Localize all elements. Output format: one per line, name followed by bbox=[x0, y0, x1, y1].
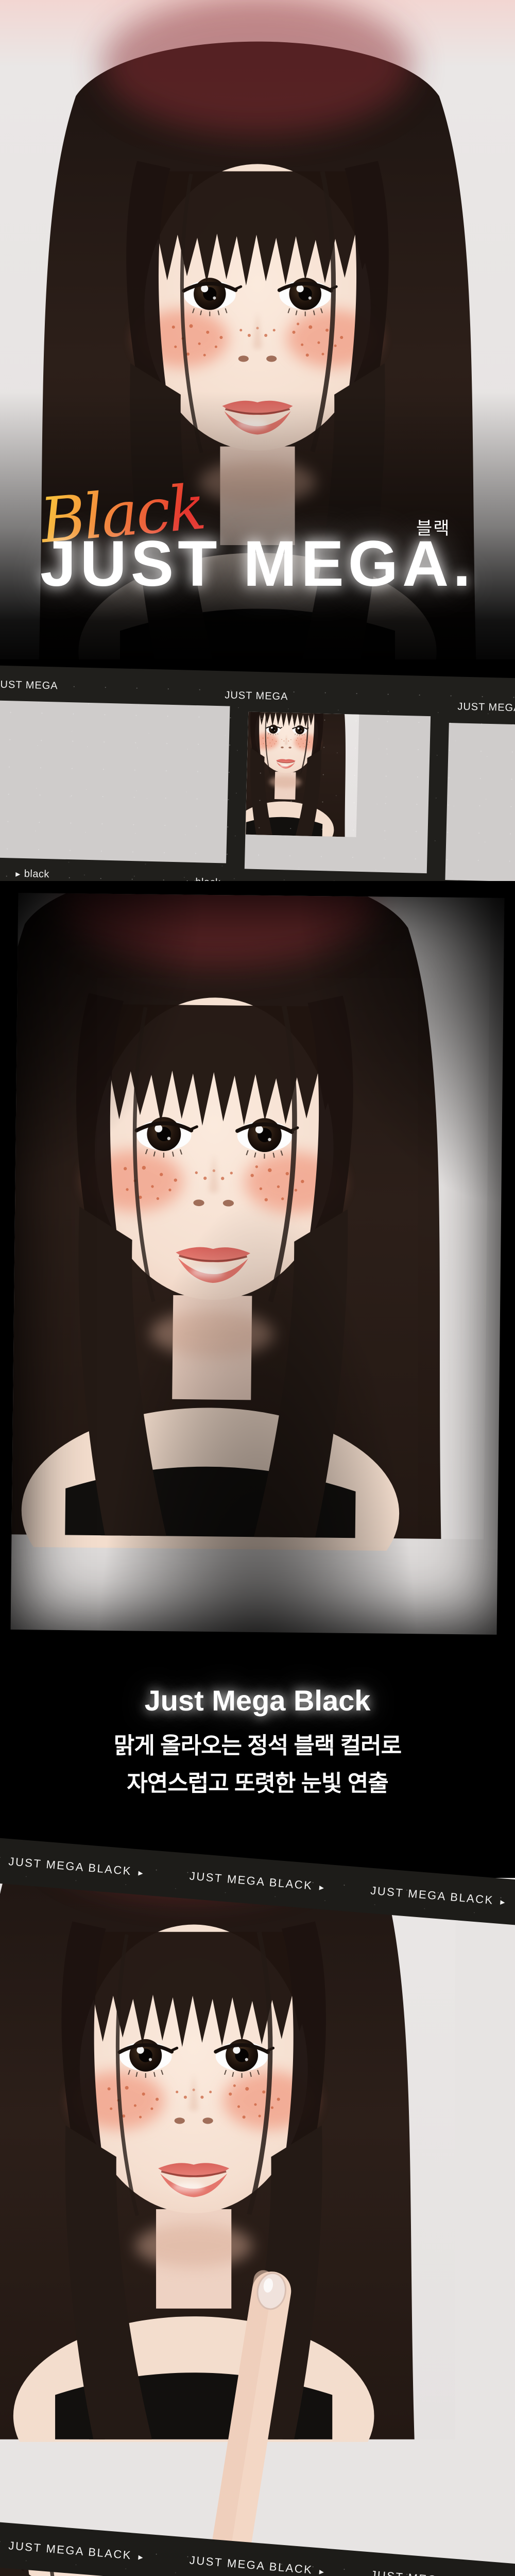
play-arrow-icon: ► bbox=[317, 2567, 325, 2576]
play-arrow-icon: ► bbox=[136, 1869, 145, 1878]
film-frame-label: JUST MEGA bbox=[457, 701, 515, 714]
feature-description-line1: 맑게 올라오는 정석 블랙 컬러로 bbox=[0, 1727, 515, 1760]
play-arrow-icon: ► bbox=[317, 1883, 325, 1892]
film-photo-closeup bbox=[445, 723, 515, 882]
film-frame-caption: ►black bbox=[14, 868, 49, 881]
film-strip-section: JUST MEGA JUST MEGA JUST MEGA ►black ►bl… bbox=[0, 659, 515, 899]
film-frame-label: JUST MEGA bbox=[0, 679, 58, 692]
film-strip: JUST MEGA JUST MEGA JUST MEGA ►black ►bl… bbox=[0, 665, 515, 894]
ticker-item: JUST MEGA BLACK► bbox=[189, 2553, 326, 2576]
hero-title: JUST MEGA. bbox=[0, 532, 515, 596]
promo-page: Black 블랙 JUST MEGA. JUST MEGA JUST MEGA … bbox=[0, 0, 515, 2576]
film-photo-eyes bbox=[0, 700, 230, 863]
feature-title: Just Mega Black bbox=[0, 1684, 515, 1717]
feature-text-section: Just Mega Black 맑게 올라오는 정석 블랙 컬러로 자연스럽고 … bbox=[0, 1643, 515, 1875]
ticker-item: JUST MEGA BLACK► bbox=[370, 1884, 507, 1908]
photo-section-closeup bbox=[0, 881, 515, 1643]
ticker-item: JUST MEGA BLACK► bbox=[8, 2539, 145, 2563]
photo-section-finger bbox=[0, 1878, 515, 2563]
hero-section: Black 블랙 JUST MEGA. bbox=[0, 0, 515, 675]
film-frame-label: JUST MEGA bbox=[225, 689, 288, 703]
ticker-item: JUST MEGA BLACK► bbox=[8, 1855, 145, 1879]
ticker-item: JUST MEGA BLACK► bbox=[189, 1869, 326, 1893]
feature-description-line2: 자연스럽고 또렷한 눈빛 연출 bbox=[0, 1765, 515, 1798]
play-arrow-icon: ► bbox=[136, 2553, 145, 2562]
play-arrow-icon: ► bbox=[14, 870, 22, 879]
ticker-item: JUST MEGA BLACK► bbox=[370, 2568, 507, 2576]
play-arrow-icon: ► bbox=[499, 1898, 507, 1907]
film-photo-portrait bbox=[245, 712, 431, 874]
photo-vignette bbox=[0, 881, 515, 1643]
